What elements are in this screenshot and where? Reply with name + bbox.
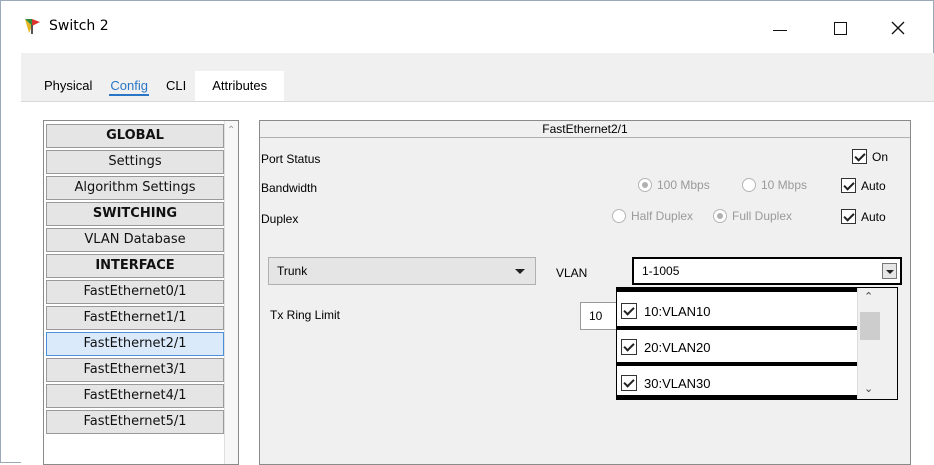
scroll-up-icon[interactable]: ⌃ — [227, 125, 235, 136]
client-area: Physical Config CLI Attributes GLOBAL Se… — [21, 53, 934, 465]
checkbox-label: On — [872, 149, 889, 164]
list-separator — [617, 362, 857, 366]
checkbox-checked-icon — [852, 149, 867, 164]
radio-selected-icon — [638, 178, 652, 192]
close-button[interactable] — [875, 11, 921, 45]
duplex-label: Duplex — [261, 212, 299, 226]
checkbox-checked-icon — [841, 178, 856, 193]
checkbox-checked-icon — [621, 375, 637, 391]
list-separator — [617, 326, 857, 330]
radio-icon — [612, 209, 626, 223]
radio-icon — [742, 178, 756, 192]
nav-item-settings[interactable]: Settings — [46, 150, 224, 174]
duplex-auto-checkbox[interactable]: Auto — [841, 209, 886, 224]
list-separator — [617, 288, 857, 292]
tab-label: Config — [110, 78, 148, 93]
nav-item-vlan-database[interactable]: VLAN Database — [46, 228, 224, 252]
dropdown-scrollbar[interactable]: ⌃ ⌄ — [857, 288, 897, 399]
checkbox-label: Auto — [861, 209, 886, 224]
nav-item-fastethernet1-1[interactable]: FastEthernet1/1 — [46, 306, 224, 330]
maximize-button[interactable] — [817, 11, 863, 45]
tab-strip: Physical Config CLI Attributes — [35, 71, 285, 101]
radio-label: Half Duplex — [631, 209, 694, 223]
nav-scrollbar[interactable]: ⌃ — [224, 121, 238, 464]
tab-label: Physical — [44, 78, 93, 93]
tx-ring-limit-label: Tx Ring Limit — [270, 308, 341, 322]
port-mode-value: Trunk — [277, 264, 308, 278]
tab-config[interactable]: Config — [101, 71, 157, 101]
scroll-down-icon[interactable]: ⌄ — [864, 382, 873, 395]
bandwidth-label: Bandwidth — [261, 181, 318, 195]
tab-attributes[interactable]: Attributes — [195, 71, 285, 101]
half-duplex-radio[interactable]: Half Duplex — [612, 209, 693, 223]
bandwidth-100-radio[interactable]: 100 Mbps — [638, 178, 710, 192]
checkbox-checked-icon — [841, 209, 856, 224]
chevron-down-icon — [515, 269, 525, 274]
dropdown-arrow-icon[interactable] — [882, 263, 897, 279]
bandwidth-auto-checkbox[interactable]: Auto — [841, 178, 886, 193]
checkbox-checked-icon — [621, 339, 637, 355]
vlan-option-label: 30:VLAN30 — [644, 375, 711, 391]
title-bar: Switch 2 — [1, 1, 933, 53]
nav-header-interface: INTERFACE — [46, 254, 224, 278]
vlan-dropdown-list: 10:VLAN10 20:VLAN20 30:VLAN30 ⌃ ⌄ — [616, 287, 898, 400]
nav-item-fastethernet3-1[interactable]: FastEthernet3/1 — [46, 358, 224, 382]
nav-header-global: GLOBAL — [46, 124, 224, 148]
minimize-button[interactable] — [757, 11, 803, 45]
checkbox-checked-icon — [621, 303, 637, 319]
window-title: Switch 2 — [49, 18, 109, 34]
interface-panel: FastEthernet2/1 Port Status On Bandwidth… — [259, 120, 911, 465]
full-duplex-radio[interactable]: Full Duplex — [713, 209, 792, 223]
tab-cli[interactable]: CLI — [157, 71, 195, 101]
config-tab-panel: GLOBAL Settings Algorithm Settings SWITC… — [21, 101, 934, 465]
radio-label: Full Duplex — [732, 209, 793, 223]
active-tab-underline — [109, 94, 149, 96]
tab-physical[interactable]: Physical — [35, 71, 101, 101]
vlan-option-10[interactable]: 10:VLAN10 — [617, 296, 857, 326]
list-separator — [617, 395, 857, 399]
radio-label: 100 Mbps — [657, 178, 710, 192]
vlan-option-20[interactable]: 20:VLAN20 — [617, 332, 857, 362]
radio-selected-icon — [713, 209, 727, 223]
nav-list: GLOBAL Settings Algorithm Settings SWITC… — [46, 124, 224, 436]
nav-item-fastethernet2-1[interactable]: FastEthernet2/1 — [46, 332, 224, 356]
nav-header-switching: SWITCHING — [46, 202, 224, 226]
port-status-on-checkbox[interactable]: On — [852, 149, 888, 164]
switch-app-icon — [23, 17, 43, 35]
close-icon — [891, 21, 905, 35]
vlan-value: 1-1005 — [642, 264, 680, 278]
minimize-icon — [773, 29, 787, 31]
bandwidth-10-radio[interactable]: 10 Mbps — [742, 178, 807, 192]
vlan-label: VLAN — [556, 266, 588, 280]
radio-label: 10 Mbps — [761, 178, 808, 192]
nav-item-fastethernet5-1[interactable]: FastEthernet5/1 — [46, 410, 224, 434]
checkbox-label: Auto — [861, 178, 886, 193]
scroll-up-icon[interactable]: ⌃ — [864, 290, 873, 303]
nav-item-fastethernet0-1[interactable]: FastEthernet0/1 — [46, 280, 224, 304]
tx-ring-limit-value: 10 — [589, 309, 603, 323]
config-nav: GLOBAL Settings Algorithm Settings SWITC… — [43, 120, 239, 465]
port-mode-select[interactable]: Trunk — [268, 257, 536, 285]
vlan-option-label: 10:VLAN10 — [644, 303, 711, 319]
vlan-combobox[interactable]: 1-1005 — [632, 257, 902, 285]
vlan-option-30[interactable]: 30:VLAN30 — [617, 368, 857, 398]
nav-item-fastethernet4-1[interactable]: FastEthernet4/1 — [46, 384, 224, 408]
tab-label: CLI — [166, 78, 187, 93]
tab-label: Attributes — [212, 78, 268, 93]
vlan-option-label: 20:VLAN20 — [644, 339, 711, 355]
panel-title: FastEthernet2/1 — [260, 121, 910, 138]
port-status-label: Port Status — [261, 152, 321, 166]
scroll-thumb[interactable] — [860, 312, 880, 340]
nav-item-algorithm-settings[interactable]: Algorithm Settings — [46, 176, 224, 200]
maximize-icon — [833, 21, 847, 35]
app-window: Switch 2 Physical Config CLI Attributes … — [0, 0, 934, 465]
